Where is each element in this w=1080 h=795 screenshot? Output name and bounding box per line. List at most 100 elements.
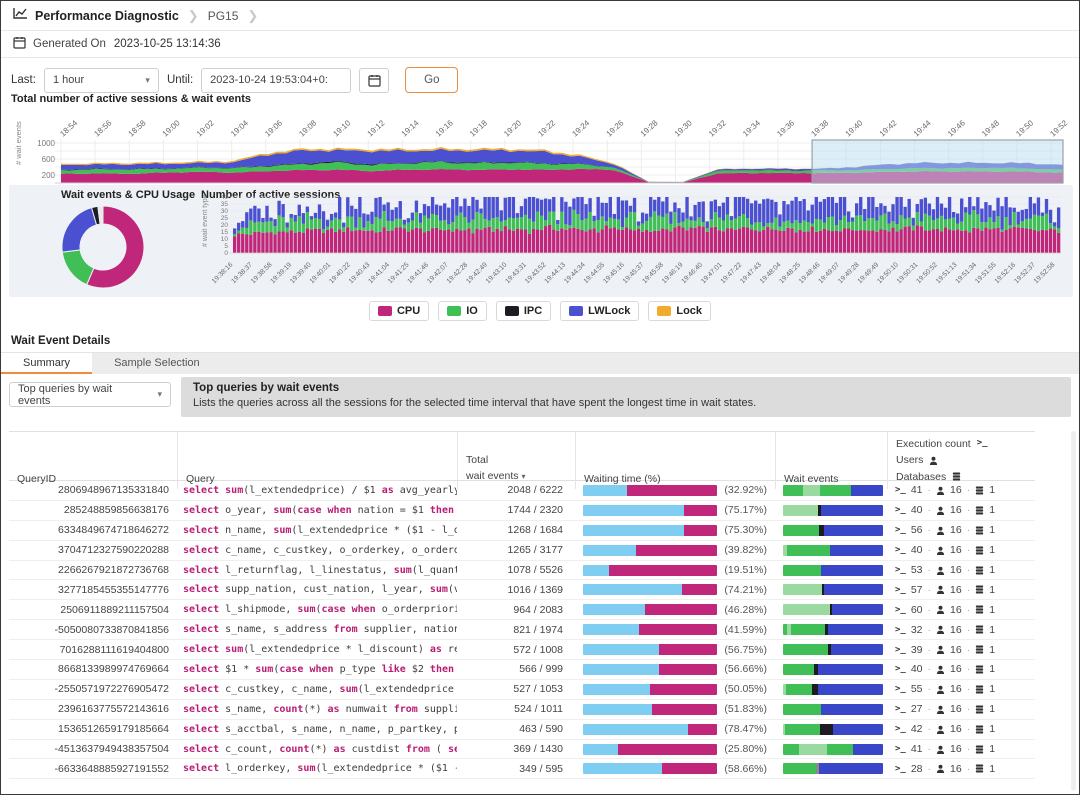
database-icon: [952, 472, 961, 481]
calendar-picker-button[interactable]: [359, 68, 389, 93]
query-cell[interactable]: select supp_nation, cust_nation, l_year,…: [177, 584, 457, 595]
execution-cell: >_40·16·1: [887, 663, 1035, 675]
col-waiting-time[interactable]: Waiting time (%): [575, 432, 775, 489]
table-row[interactable]: 285248859856638176select o_year, sum(cas…: [9, 501, 1035, 521]
user-icon: [936, 625, 945, 634]
waiting-time-bar: [583, 565, 717, 576]
col-query[interactable]: Query: [177, 432, 457, 489]
table-row[interactable]: 7016288111619404800select sum(l_extended…: [9, 640, 1035, 660]
waiting-time-pct: (74.21%): [723, 584, 767, 596]
breadcrumb-node[interactable]: PG15: [208, 9, 239, 23]
query-cell[interactable]: select $1 * sum(case when p_type like $2…: [177, 664, 457, 675]
table-row[interactable]: 2266267921872736768select l_returnflag, …: [9, 561, 1035, 581]
last-interval-select[interactable]: 1 hour ▾: [44, 68, 159, 93]
query-cell[interactable]: select n_name, sum(l_extendedprice * ($1…: [177, 525, 457, 536]
user-icon: [929, 456, 938, 465]
waiting-time-pct: (78.47%): [723, 723, 767, 735]
table-body: 2806948967135331840select sum(l_extended…: [9, 481, 1035, 779]
col-wait-events[interactable]: Wait events: [775, 432, 887, 489]
table-row[interactable]: 8668133989974769664select $1 * sum(case …: [9, 660, 1035, 680]
user-icon: [936, 506, 945, 515]
query-cell[interactable]: select l_orderkey, sum(l_extendedprice *…: [177, 763, 457, 774]
table-row[interactable]: -6633648885927191552select l_orderkey, s…: [9, 759, 1035, 779]
legend-swatch: [378, 306, 392, 316]
query-cell[interactable]: select s_acctbal, s_name, n_name, p_part…: [177, 724, 457, 735]
total-wait-events-cell: 572 / 1008: [457, 644, 575, 656]
query-cell[interactable]: select l_returnflag, l_linestatus, sum(l…: [177, 565, 457, 576]
vertical-scrollbar[interactable]: [1071, 431, 1076, 791]
legend-item-cpu[interactable]: CPU: [369, 301, 429, 321]
report-description-title: Top queries by wait events: [193, 382, 1059, 394]
waiting-time-cell: (25.80%): [575, 743, 775, 755]
chevron-right-icon: ❯: [247, 8, 258, 24]
wait-events-cell: [775, 584, 887, 595]
total-sessions-area-chart[interactable]: 18:5418:5618:5819:0019:0219:0419:0619:08…: [11, 103, 1071, 187]
table-row[interactable]: 3277185455355147776select supp_nation, c…: [9, 580, 1035, 600]
table-row[interactable]: 2806948967135331840select sum(l_extended…: [9, 481, 1035, 501]
terminal-icon: >_: [895, 724, 906, 734]
query-cell[interactable]: select s_name, s_address from supplier, …: [177, 624, 457, 635]
table-row[interactable]: -4513637949438357504select c_count, coun…: [9, 740, 1035, 760]
terminal-icon: >_: [895, 744, 906, 754]
execution-cell: >_60·16·1: [887, 604, 1035, 616]
queryid-cell: -6633648885927191552: [9, 763, 177, 775]
active-sessions-bar-chart[interactable]: 0510152025303540# wait event types19:38:…: [199, 195, 1071, 291]
query-cell[interactable]: select s_name, count(*) as numwait from …: [177, 704, 457, 715]
table-row[interactable]: 6334849674718646272select n_name, sum(l_…: [9, 521, 1035, 541]
execution-cell: >_39·16·1: [887, 644, 1035, 656]
wait-events-cpu-donut-chart[interactable]: [31, 199, 181, 295]
table-row[interactable]: 3704712327590220288select c_name, c_cust…: [9, 541, 1035, 561]
query-cell[interactable]: select c_name, c_custkey, o_orderkey, o_…: [177, 545, 457, 556]
svg-text:19:44: 19:44: [912, 118, 933, 138]
execution-cell: >_28·16·1: [887, 763, 1035, 775]
tab-sample-selection[interactable]: Sample Selection: [92, 353, 222, 374]
svg-text:19:46: 19:46: [946, 118, 967, 138]
tab-summary[interactable]: Summary: [1, 353, 92, 374]
report-type-select[interactable]: Top queries by wait events ▾: [9, 382, 171, 407]
query-cell[interactable]: select sum(l_extendedprice * l_discount)…: [177, 644, 457, 655]
user-icon: [936, 725, 945, 734]
table-row[interactable]: 2506911889211157504select l_shipmode, su…: [9, 600, 1035, 620]
query-cell[interactable]: select l_shipmode, sum(case when o_order…: [177, 604, 457, 615]
wait-events-cell: [775, 624, 887, 635]
selection-detail-panel: Wait events & CPU Usage Number of active…: [9, 185, 1073, 297]
table-row[interactable]: 1536512659179185664select s_acctbal, s_n…: [9, 720, 1035, 740]
query-cell[interactable]: select sum(l_extendedprice) / $1 as avg_…: [177, 485, 457, 496]
col-total-wait-events[interactable]: Total wait events ▾: [457, 432, 575, 489]
col-queryid[interactable]: QueryID: [9, 432, 177, 489]
svg-text:19:04: 19:04: [229, 118, 250, 138]
queryid-cell: 6334849674718646272: [9, 524, 177, 536]
queryid-cell: 3277185455355147776: [9, 584, 177, 596]
execution-cell: >_55·16·1: [887, 683, 1035, 695]
svg-text:# wait event types: # wait event types: [202, 195, 209, 247]
legend-item-lock[interactable]: Lock: [648, 301, 711, 321]
database-icon: [975, 725, 984, 734]
legend-item-lwlock[interactable]: LWLock: [560, 301, 639, 321]
wait-event-legend: CPU IO IPC LWLock Lock: [1, 301, 1079, 321]
go-button[interactable]: Go: [405, 67, 458, 93]
query-cell[interactable]: select c_count, count(*) as custdist fro…: [177, 744, 457, 755]
waiting-time-pct: (32.92%): [723, 484, 767, 496]
terminal-icon: >_: [895, 605, 906, 615]
col-execution-count[interactable]: Execution count>_ Users Databases: [887, 432, 1035, 489]
top-queries-table: QueryID Query Total wait events ▾ Waitin…: [9, 431, 1035, 779]
table-row[interactable]: -2550571972276905472select c_custkey, c_…: [9, 680, 1035, 700]
details-tabstrip: SummarySample Selection: [1, 353, 1079, 374]
legend-item-io[interactable]: IO: [438, 301, 487, 321]
wait-events-bar: [783, 584, 883, 595]
database-icon: [975, 764, 984, 773]
waiting-time-bar: [583, 644, 717, 655]
table-row[interactable]: 2396163775572143616select s_name, count(…: [9, 700, 1035, 720]
table-row[interactable]: -5050080733870841856select s_name, s_add…: [9, 620, 1035, 640]
query-cell[interactable]: select o_year, sum(case when nation = $1…: [177, 505, 457, 516]
queryid-cell: -5050080733870841856: [9, 624, 177, 636]
query-cell[interactable]: select c_custkey, c_name, sum(l_extended…: [177, 684, 457, 695]
until-datetime-input[interactable]: 2023-10-24 19:53:04+0:: [201, 68, 351, 93]
table-header-row: QueryID Query Total wait events ▾ Waitin…: [9, 431, 1035, 481]
queryid-cell: -4513637949438357504: [9, 743, 177, 755]
legend-item-ipc[interactable]: IPC: [496, 301, 551, 321]
terminal-icon: >_: [895, 485, 906, 495]
waiting-time-pct: (39.82%): [723, 544, 767, 556]
total-wait-events-cell: 463 / 590: [457, 723, 575, 735]
wait-events-cell: [775, 744, 887, 755]
